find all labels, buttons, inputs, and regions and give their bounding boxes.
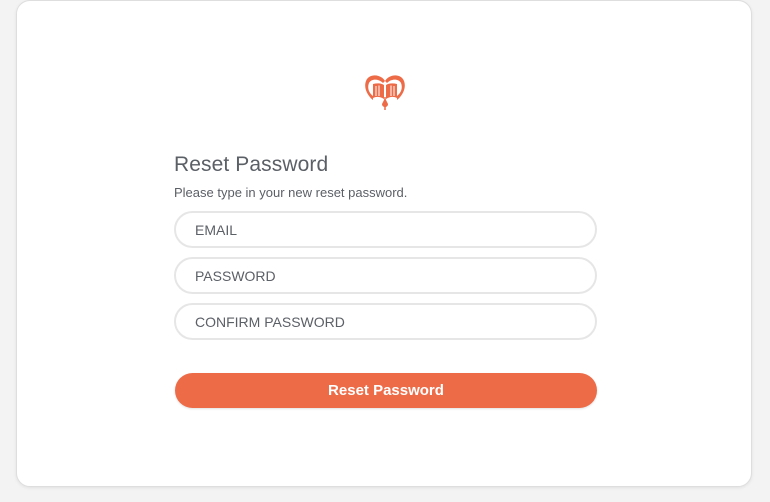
reset-password-button[interactable]: Reset Password (175, 373, 597, 408)
page-title: Reset Password (174, 153, 329, 176)
email-field[interactable] (174, 211, 597, 248)
confirm-password-field[interactable] (174, 303, 597, 340)
reset-password-card: Reset Password Please type in your new r… (16, 0, 752, 487)
page-subtitle: Please type in your new reset password. (174, 185, 408, 200)
heart-book-logo-icon (365, 75, 405, 110)
password-field[interactable] (174, 257, 597, 294)
